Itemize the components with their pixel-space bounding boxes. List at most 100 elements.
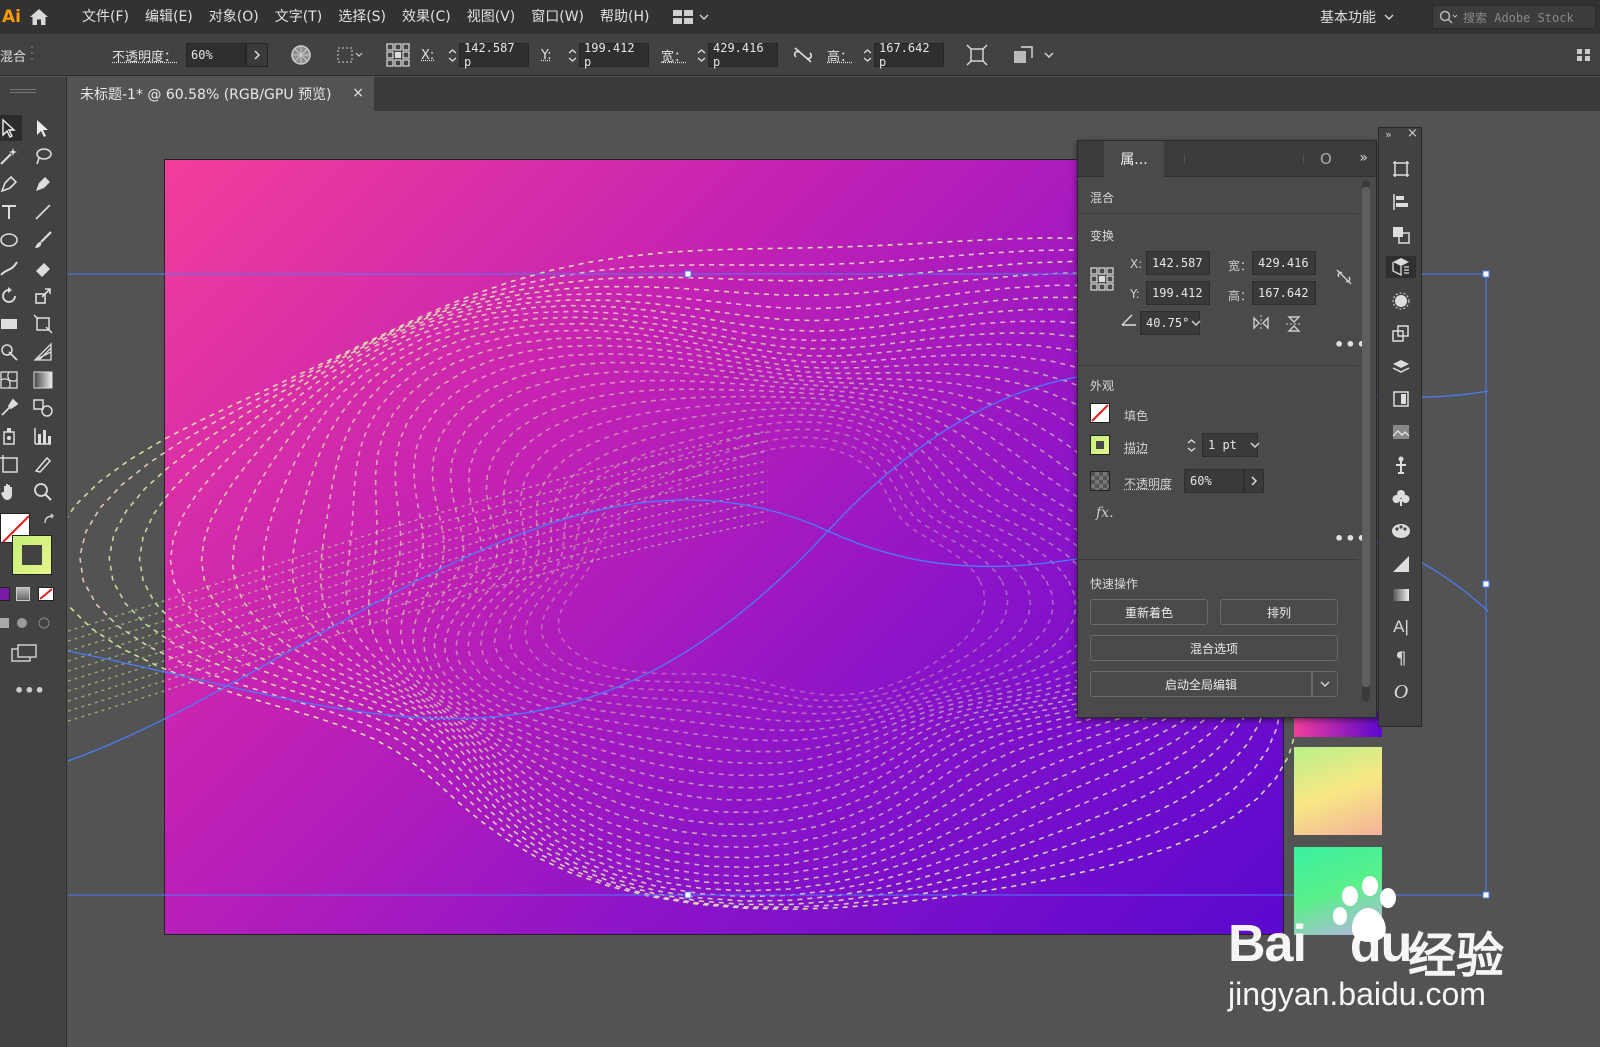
selection-handle[interactable] [1482, 270, 1490, 278]
menu-select[interactable]: 选择(S) [330, 0, 394, 34]
fill-swatch[interactable] [1090, 403, 1110, 423]
tab-properties[interactable]: 属... [1104, 140, 1164, 177]
pen-tool-icon[interactable] [0, 171, 22, 197]
close-icon[interactable]: × [352, 85, 364, 101]
swatch-lime-peach[interactable] [1294, 747, 1382, 835]
recolor-button[interactable]: 重新着色 [1090, 599, 1208, 625]
opentype-tab-icon[interactable]: O [1320, 150, 1332, 168]
hand-tool-icon[interactable] [0, 479, 22, 505]
flip-horizontal-icon[interactable] [1252, 315, 1270, 335]
opacity-label[interactable]: 不透明度： [112, 34, 177, 76]
libraries-panel-icon[interactable] [1390, 388, 1412, 410]
isolate-button[interactable] [1012, 34, 1054, 76]
menu-type[interactable]: 文字(T) [267, 0, 330, 34]
type-tool-icon[interactable] [0, 199, 22, 225]
lasso-tool-icon[interactable] [30, 143, 56, 169]
stroke-swatch[interactable] [1090, 435, 1110, 455]
shaper-tool-icon[interactable] [0, 255, 22, 281]
pathfinder-panel-icon[interactable] [1390, 224, 1412, 246]
perspective-grid-tool-icon[interactable] [30, 339, 56, 365]
expand-dock-icon[interactable]: » [1385, 128, 1392, 141]
gradient-panel-icon[interactable] [1390, 584, 1412, 606]
x-field[interactable]: 142.587 [1146, 251, 1210, 275]
selection-handle[interactable] [1482, 580, 1490, 588]
align-to-button[interactable] [336, 34, 364, 76]
width-field[interactable]: 429.416 [1252, 251, 1316, 275]
opacity-label[interactable]: 不透明度 [1124, 475, 1172, 492]
stroke-weight-dropdown[interactable] [1246, 433, 1264, 457]
reference-point-selector[interactable] [386, 34, 410, 76]
stock-search-input[interactable]: 搜索 Adobe Stock [1432, 5, 1596, 29]
selection-handle[interactable] [684, 891, 692, 899]
scrollbar-thumb[interactable] [1362, 187, 1370, 687]
menu-window[interactable]: 窗口(W) [523, 0, 592, 34]
stroke-label[interactable]: 描边 [1124, 439, 1148, 456]
scale-tool-icon[interactable] [30, 283, 56, 309]
y-field[interactable]: 199.412 [1146, 281, 1210, 305]
collapsed-tabs[interactable] [1184, 153, 1304, 164]
free-transform-tool-icon[interactable] [30, 311, 56, 337]
blend-options-button[interactable]: 混合选项 [1090, 635, 1338, 661]
draw-behind-icon[interactable] [16, 617, 30, 633]
edit-toolbar-icon[interactable]: ••• [14, 681, 45, 700]
mesh-tool-icon[interactable] [0, 367, 22, 393]
paintbrush-tool-icon[interactable] [30, 227, 56, 253]
none-mode-button[interactable] [38, 587, 54, 601]
opentype-panel-icon[interactable]: O [1390, 681, 1412, 703]
menu-help[interactable]: 帮助(H) [592, 0, 657, 34]
constrain-proportions-button[interactable] [792, 34, 814, 76]
ellipse-tool-icon[interactable] [0, 227, 22, 253]
character-panel-icon[interactable]: A| [1390, 616, 1412, 638]
selection-handle[interactable] [684, 270, 692, 278]
document-tab[interactable]: 未标题-1* @ 60.58% (RGB/GPU 预览) × [68, 77, 374, 111]
transform-panel-icon[interactable] [1390, 323, 1412, 345]
width-field[interactable]: 429.416 p [708, 41, 778, 69]
flip-vertical-icon[interactable] [1286, 315, 1302, 337]
home-icon[interactable] [22, 0, 56, 34]
selection-tool-icon[interactable] [0, 115, 22, 141]
curvature-tool-icon[interactable] [30, 171, 56, 197]
arrange-documents-button[interactable] [673, 10, 709, 24]
direct-selection-tool-icon[interactable] [30, 115, 56, 141]
constrain-proportions-icon[interactable] [1334, 267, 1354, 291]
paragraph-panel-icon[interactable]: ¶ [1390, 648, 1412, 670]
stroke-stepper[interactable] [1184, 433, 1198, 457]
gradient-tool-icon[interactable] [30, 367, 56, 393]
artboards-panel-icon[interactable] [1390, 158, 1412, 180]
global-edit-button[interactable]: 启动全局编辑 [1090, 671, 1312, 697]
symbol-sprayer-tool-icon[interactable] [0, 423, 22, 449]
color-guide-panel-icon[interactable] [1390, 520, 1412, 542]
close-icon[interactable]: × [1407, 126, 1418, 141]
screen-mode-icon[interactable] [10, 643, 38, 667]
opacity-expand-button[interactable] [246, 43, 268, 67]
appearance-panel-icon[interactable] [1390, 290, 1412, 312]
draw-inside-icon[interactable] [38, 617, 52, 633]
opacity-field[interactable]: 60% [186, 43, 246, 67]
x-stepper[interactable] [445, 48, 459, 62]
color-panel-icon[interactable] [1390, 553, 1412, 575]
zoom-tool-icon[interactable] [30, 479, 56, 505]
menu-effect[interactable]: 效果(C) [394, 0, 459, 34]
fx-icon[interactable]: fx. [1096, 505, 1114, 521]
opacity-expand-button[interactable] [1244, 469, 1264, 493]
height-field[interactable]: 167.642 [1252, 281, 1316, 305]
y-stepper[interactable] [565, 48, 579, 62]
line-tool-icon[interactable] [30, 199, 56, 225]
width-stepper[interactable] [694, 48, 708, 62]
panel-menu-button[interactable] [1576, 34, 1592, 76]
height-stepper[interactable] [860, 48, 874, 62]
panel-grip[interactable] [10, 89, 36, 93]
x-field[interactable]: 142.587 p [459, 41, 529, 69]
collapse-panel-icon[interactable]: » [1359, 150, 1368, 166]
recolor-artwork-button[interactable] [290, 34, 312, 76]
align-panel-icon[interactable] [1390, 191, 1412, 213]
gradient-mode-button[interactable] [16, 587, 30, 601]
puppet-warp-panel-icon[interactable] [1390, 454, 1412, 476]
height-field[interactable]: 167.642 p [874, 41, 944, 69]
arrange-button[interactable]: 排列 [1220, 599, 1338, 625]
slice-tool-icon[interactable] [30, 451, 56, 477]
menu-file[interactable]: 文件(F) [74, 0, 137, 34]
layers-panel-icon[interactable] [1390, 356, 1412, 378]
workspace-switcher[interactable]: 基本功能 [1320, 0, 1394, 34]
shape-builder-tool-icon[interactable] [0, 339, 22, 365]
